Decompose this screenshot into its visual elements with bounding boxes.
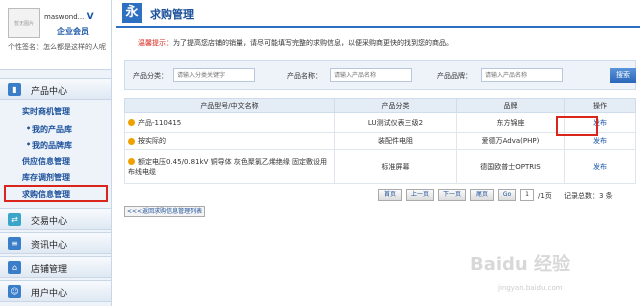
category-cell: LU测试仪表三级2 [334,112,457,133]
table-header-row: 产品型号/中文名称 产品分类 品牌 操作 [124,98,636,113]
avatar[interactable]: 暂无图片 [8,8,40,38]
info-icon [128,158,135,165]
sidebar-category-trade[interactable]: ⇄ 交易中心 [0,208,111,230]
brand-cell: 东方锦座 [456,112,565,133]
action-cell: 发布 [564,149,636,184]
sidebar-category-store[interactable]: ⌂ 店铺管理 [0,256,111,278]
column-header-brand: 品牌 [456,98,565,113]
next-page-button[interactable]: 下一页 [438,189,466,201]
user-icon: ☺ [8,285,21,298]
baidu-watermark: Baidu 经验 [470,254,571,275]
info-icon [128,137,135,145]
column-header-category: 产品分类 [334,98,457,113]
username-text: maswond... [44,13,85,21]
notice: 温馨提示：为了提高您店铺的销量，请尽可能填写完整的求购信息，以便采购商更快的找到… [138,38,453,48]
news-icon: ≡ [8,237,21,250]
category-label: 交易中心 [31,217,68,227]
product-name-cell: 按实际的 [124,132,335,150]
product-name: 额定电压0.45/0.81kV 铜导体 灰色聚氯乙烯绝缘 固定敷设用 布线电缆 [128,157,328,176]
store-icon: ⌂ [8,261,21,274]
page-title: 求购管理 [150,8,194,21]
prev-page-button[interactable]: 上一页 [406,189,434,201]
pagination: 首页 上一页 下一页 尾页 Go 1 /1页 记录总数：3 条 [378,189,638,203]
sidebar-category-news[interactable]: ≡ 资讯中心 [0,232,111,254]
purchase-table: 产品型号/中文名称 产品分类 品牌 操作 产品-110415 LU测试仪表三级2… [124,98,636,184]
category-cell: 装配件电阻 [334,132,457,150]
go-button[interactable]: Go [498,189,516,201]
category-label: 产品中心 [31,87,68,97]
sidebar-item-label: 求购信息管理 [22,190,70,199]
user-level: 企业会员 [57,27,89,36]
product-name-cell: 产品-110415 [124,112,335,133]
sidebar-item-supply-info[interactable]: 供应信息管理 [22,156,70,167]
category-label: 资讯中心 [31,241,68,251]
verified-badge: V [86,12,94,22]
user-motto: 个性签名：怎么都是这样的人呢 [8,43,106,51]
title-logo: 永 [122,3,142,23]
sidebar-item-realtime-opportunity[interactable]: 实时商机管理 [22,106,70,117]
sidebar-item-purchase-info-active[interactable]: 求购信息管理 [4,185,108,202]
category-filter-input[interactable] [173,68,255,82]
sidebar-category-product-center[interactable]: ▮ 产品中心 [0,78,111,100]
info-icon [128,119,135,126]
table-row: 额定电压0.45/0.81kV 铜导体 灰色聚氯乙烯绝缘 固定敷设用 布线电缆 … [124,149,636,184]
sidebar: 暂无图片 maswond... V 企业会员 个性签名：怎么都是这样的人呢 ▮ … [0,0,112,306]
user-profile: 暂无图片 maswond... V 企业会员 个性签名：怎么都是这样的人呢 [0,0,111,70]
page-header: 永 求购管理 [116,0,640,28]
category-label: 店铺管理 [31,265,68,275]
page-number-input[interactable]: 1 [520,189,534,201]
column-header-action: 操作 [564,98,636,113]
total-pages: /1页 [538,192,552,200]
name-filter-input[interactable] [330,68,412,82]
product-name-cell: 额定电压0.45/0.81kV 铜导体 灰色聚氯乙烯绝缘 固定敷设用 布线电缆 [124,149,335,184]
back-to-list-link[interactable]: <<<返回求购信息管理列表 [124,206,206,217]
trade-icon: ⇄ [8,213,21,226]
search-button[interactable]: 搜索 [610,68,636,83]
product-name: 产品-110415 [138,118,182,127]
category-cell: 标准屏幕 [334,149,457,184]
sidebar-item-inventory[interactable]: 库存调剂管理 [22,172,70,183]
username[interactable]: maswond... V [44,12,94,22]
product-icon: ▮ [8,83,21,96]
category-filter-label: 产品分类： [133,72,168,80]
last-page-button[interactable]: 尾页 [470,189,494,201]
publish-highlight-box [556,116,598,136]
sidebar-item-my-products[interactable]: 我的产品库 [26,124,72,135]
notice-label: 温馨提示： [138,39,173,47]
name-filter-label: 产品名称： [287,72,322,80]
notice-text: 为了提高您店铺的销量，请尽可能填写完整的求购信息，以便采购商更快的找到您的商品。 [173,39,453,47]
publish-link[interactable]: 发布 [593,163,607,171]
publish-link[interactable]: 发布 [593,137,607,145]
category-label: 用户中心 [31,289,68,299]
product-name: 按实际的 [138,137,166,145]
column-header-name: 产品型号/中文名称 [124,98,335,113]
sidebar-item-my-brands[interactable]: 我的品牌库 [26,140,72,151]
brand-filter-input[interactable] [481,68,563,82]
record-count: 记录总数：3 条 [564,192,613,200]
watermark-url: jingyan.baidu.com [498,284,563,292]
search-panel: 产品分类： 产品名称： 产品品牌： 搜索 [124,60,636,90]
brand-cell: 爱德万Adva(PHP) [456,132,565,150]
brand-cell: 德国欧普士OPTRIS [456,149,565,184]
brand-filter-label: 产品品牌： [437,72,472,80]
sidebar-category-user[interactable]: ☺ 用户中心 [0,280,111,302]
first-page-button[interactable]: 首页 [378,189,402,201]
